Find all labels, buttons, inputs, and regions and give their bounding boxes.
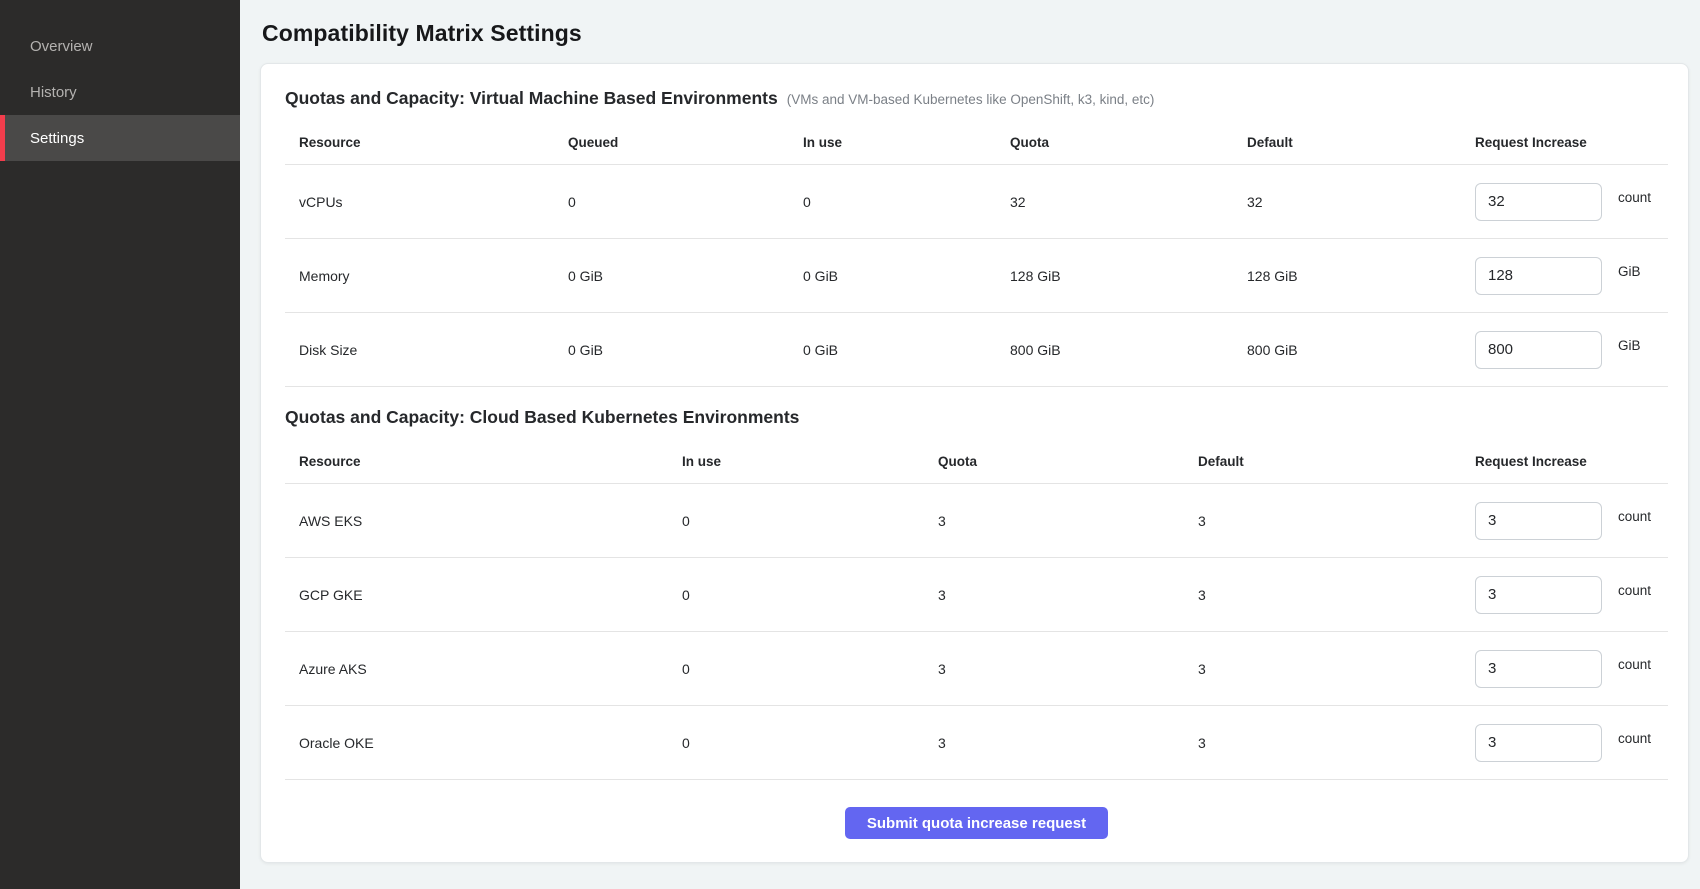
- cell-queued: 0 GiB: [554, 342, 789, 358]
- cell-default: 3: [1184, 587, 1461, 603]
- col-header-request-increase: Request Increase: [1461, 135, 1668, 150]
- cell-request-increase: GiB: [1461, 331, 1668, 369]
- k8s-section-header: Quotas and Capacity: Cloud Based Kuberne…: [285, 407, 1668, 428]
- cell-default: 3: [1184, 513, 1461, 529]
- cell-quota: 3: [924, 587, 1184, 603]
- cell-default: 32: [1233, 194, 1461, 210]
- vm-section-title: Quotas and Capacity: Virtual Machine Bas…: [285, 88, 778, 109]
- col-header-queued: Queued: [554, 135, 789, 150]
- submit-quota-increase-button[interactable]: Submit quota increase request: [845, 807, 1108, 839]
- unit-label: count: [1618, 583, 1651, 598]
- cell-request-increase: count: [1461, 183, 1668, 221]
- vm-table-header-row: Resource Queued In use Quota Default Req…: [285, 121, 1668, 165]
- cell-quota: 800 GiB: [996, 342, 1233, 358]
- unit-label: count: [1618, 190, 1651, 205]
- k8s-table-header-row: Resource In use Quota Default Request In…: [285, 440, 1668, 484]
- azure-aks-request-input[interactable]: [1475, 650, 1602, 688]
- unit-label: count: [1618, 657, 1651, 672]
- oracle-oke-request-input[interactable]: [1475, 724, 1602, 762]
- col-header-in-use: In use: [668, 454, 924, 469]
- cell-quota: 32: [996, 194, 1233, 210]
- unit-label: GiB: [1618, 264, 1641, 279]
- table-row-vcpus: vCPUs 0 0 32 32 count: [285, 165, 1668, 239]
- cell-default: 3: [1184, 735, 1461, 751]
- cell-in-use: 0: [789, 194, 996, 210]
- col-header-resource: Resource: [285, 135, 554, 150]
- sidebar: Overview History Settings: [0, 0, 240, 889]
- cell-resource: vCPUs: [285, 194, 554, 210]
- card-footer: Submit quota increase request: [285, 807, 1668, 841]
- cell-resource: AWS EKS: [285, 513, 668, 529]
- cell-resource: Memory: [285, 268, 554, 284]
- sidebar-item-history-label: History: [30, 84, 77, 101]
- cell-request-increase: count: [1461, 724, 1668, 762]
- sidebar-nav: Overview History Settings: [0, 23, 240, 161]
- page-title: Compatibility Matrix Settings: [262, 20, 1689, 47]
- cell-default: 128 GiB: [1233, 268, 1461, 284]
- vm-quota-table: Resource Queued In use Quota Default Req…: [285, 121, 1668, 387]
- cell-quota: 3: [924, 735, 1184, 751]
- cell-resource: Azure AKS: [285, 661, 668, 677]
- table-row-memory: Memory 0 GiB 0 GiB 128 GiB 128 GiB GiB: [285, 239, 1668, 313]
- col-header-resource: Resource: [285, 454, 668, 469]
- sidebar-item-overview[interactable]: Overview: [0, 23, 240, 69]
- table-row-oracle-oke: Oracle OKE 0 3 3 count: [285, 706, 1668, 780]
- cell-quota: 3: [924, 513, 1184, 529]
- table-row-azure-aks: Azure AKS 0 3 3 count: [285, 632, 1668, 706]
- main-content: Compatibility Matrix Settings Quotas and…: [240, 0, 1700, 889]
- col-header-quota: Quota: [924, 454, 1184, 469]
- cell-queued: 0: [554, 194, 789, 210]
- col-header-request-increase: Request Increase: [1461, 454, 1668, 469]
- col-header-default: Default: [1184, 454, 1461, 469]
- cell-in-use: 0 GiB: [789, 342, 996, 358]
- cell-resource: Oracle OKE: [285, 735, 668, 751]
- cell-request-increase: GiB: [1461, 257, 1668, 295]
- col-header-quota: Quota: [996, 135, 1233, 150]
- cell-in-use: 0: [668, 513, 924, 529]
- unit-label: count: [1618, 731, 1651, 746]
- cell-request-increase: count: [1461, 502, 1668, 540]
- k8s-quota-table: Resource In use Quota Default Request In…: [285, 440, 1668, 780]
- gcp-gke-request-input[interactable]: [1475, 576, 1602, 614]
- table-row-aws-eks: AWS EKS 0 3 3 count: [285, 484, 1668, 558]
- cell-queued: 0 GiB: [554, 268, 789, 284]
- cell-default: 3: [1184, 661, 1461, 677]
- settings-card: Quotas and Capacity: Virtual Machine Bas…: [260, 63, 1689, 863]
- table-row-disk-size: Disk Size 0 GiB 0 GiB 800 GiB 800 GiB Gi…: [285, 313, 1668, 387]
- cell-request-increase: count: [1461, 576, 1668, 614]
- unit-label: GiB: [1618, 338, 1641, 353]
- cell-request-increase: count: [1461, 650, 1668, 688]
- cell-in-use: 0 GiB: [789, 268, 996, 284]
- vm-section-subtitle: (VMs and VM-based Kubernetes like OpenSh…: [787, 92, 1155, 107]
- sidebar-item-settings[interactable]: Settings: [0, 115, 240, 161]
- sidebar-item-settings-label: Settings: [30, 130, 84, 147]
- cell-in-use: 0: [668, 661, 924, 677]
- cell-resource: GCP GKE: [285, 587, 668, 603]
- cell-default: 800 GiB: [1233, 342, 1461, 358]
- memory-request-input[interactable]: [1475, 257, 1602, 295]
- sidebar-item-history[interactable]: History: [0, 69, 240, 115]
- col-header-default: Default: [1233, 135, 1461, 150]
- unit-label: count: [1618, 509, 1651, 524]
- cell-quota: 128 GiB: [996, 268, 1233, 284]
- table-row-gcp-gke: GCP GKE 0 3 3 count: [285, 558, 1668, 632]
- sidebar-item-overview-label: Overview: [30, 38, 93, 55]
- vcpus-request-input[interactable]: [1475, 183, 1602, 221]
- vm-section-header: Quotas and Capacity: Virtual Machine Bas…: [285, 88, 1668, 109]
- aws-eks-request-input[interactable]: [1475, 502, 1602, 540]
- cell-resource: Disk Size: [285, 342, 554, 358]
- k8s-section-title: Quotas and Capacity: Cloud Based Kuberne…: [285, 407, 799, 428]
- cell-in-use: 0: [668, 735, 924, 751]
- col-header-in-use: In use: [789, 135, 996, 150]
- cell-quota: 3: [924, 661, 1184, 677]
- cell-in-use: 0: [668, 587, 924, 603]
- disk-size-request-input[interactable]: [1475, 331, 1602, 369]
